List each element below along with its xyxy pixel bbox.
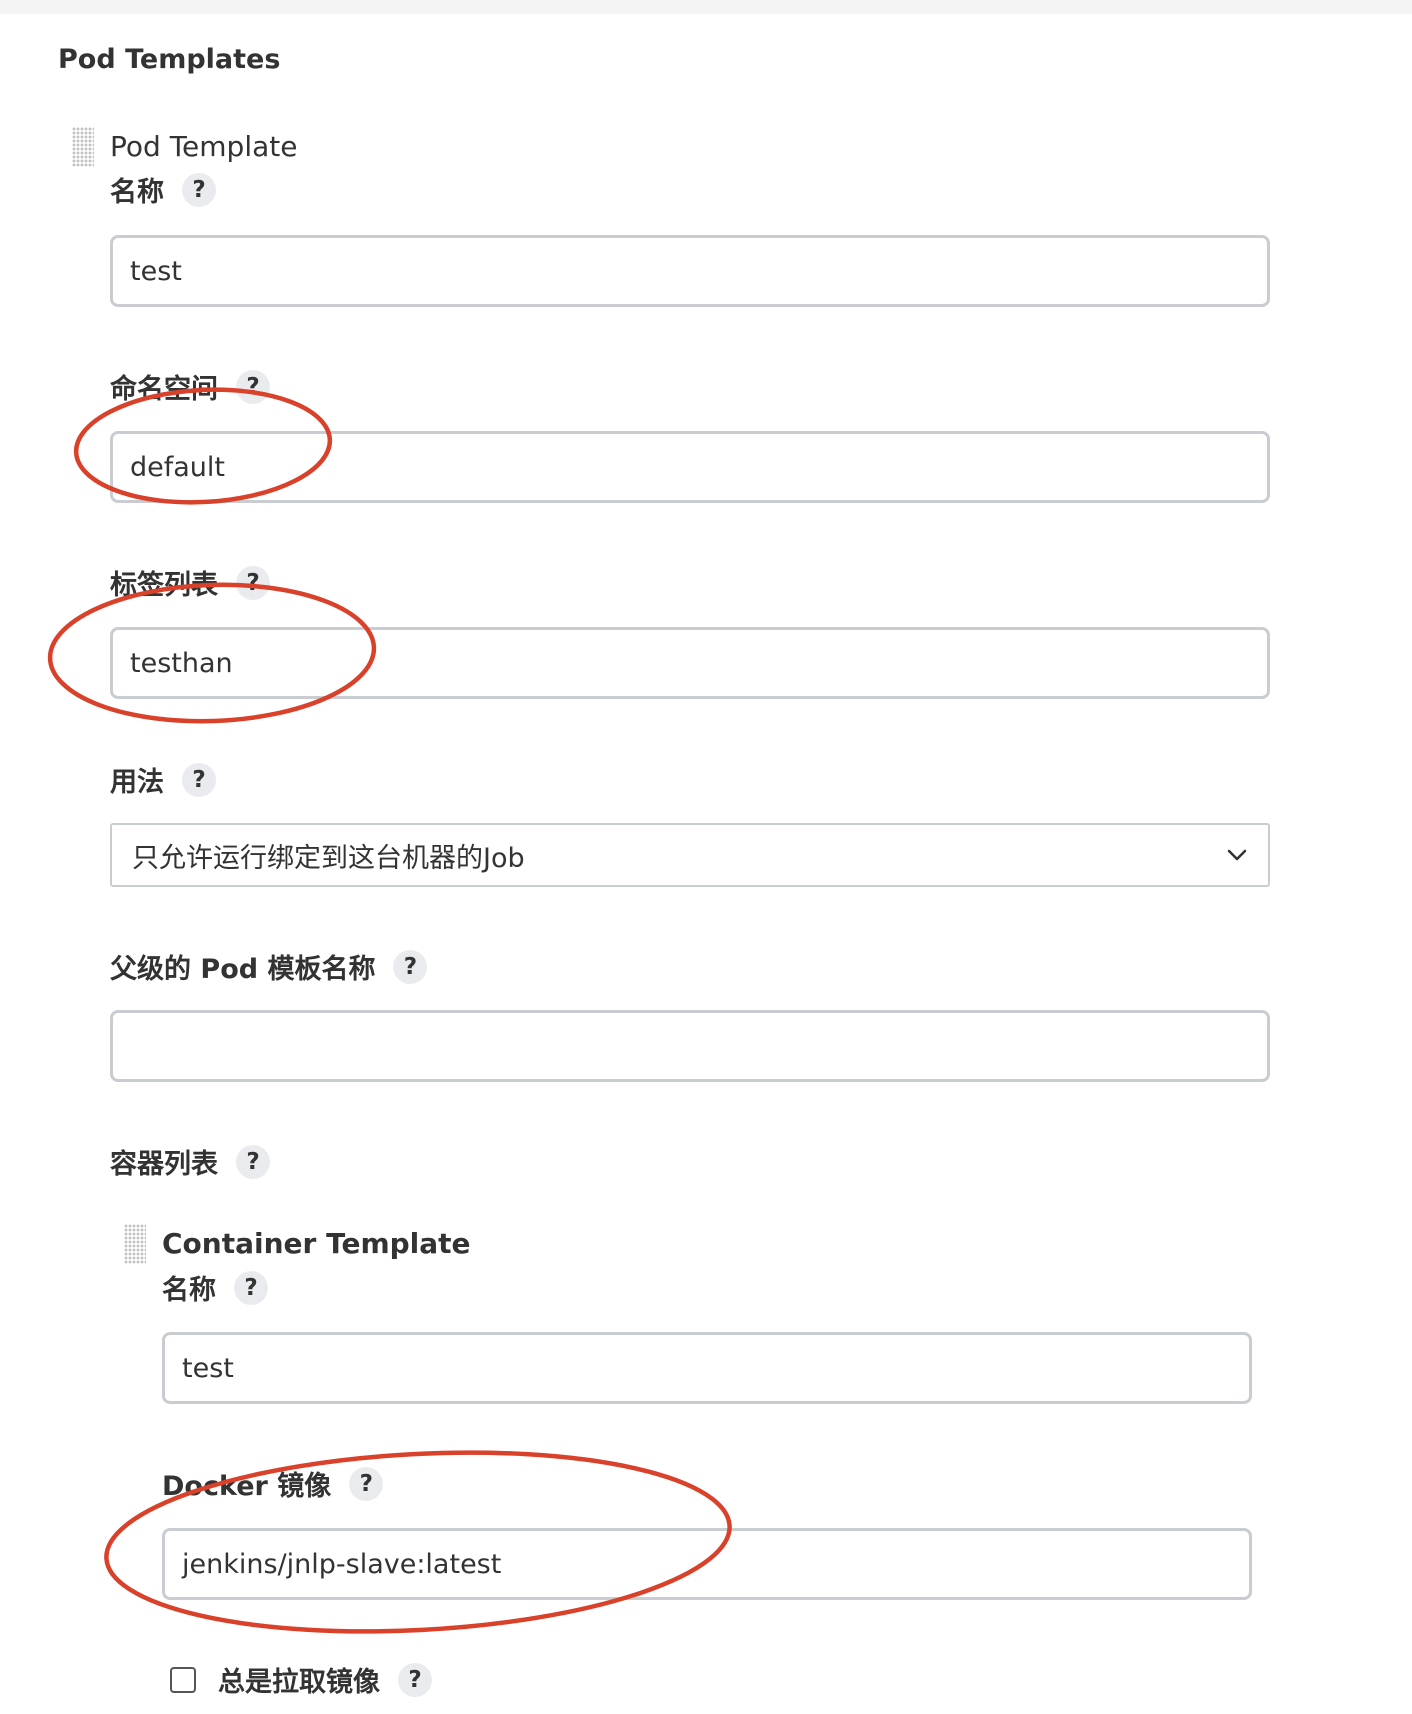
container-name-value: test	[182, 1352, 234, 1384]
section-title: Pod Templates	[58, 44, 281, 75]
container-template-heading: Container Template	[162, 1227, 471, 1260]
parent-template-label-text: 父级的 Pod 模板名称	[110, 954, 376, 985]
help-icon[interactable]: ?	[234, 1270, 268, 1305]
labels-input[interactable]: testhan	[110, 627, 1270, 699]
labels-value: testhan	[130, 647, 233, 679]
usage-label-text: 用法	[110, 767, 164, 798]
chevron-down-icon	[1227, 849, 1247, 861]
containers-label-text: 容器列表	[110, 1149, 218, 1180]
always-pull-row: 总是拉取镜像 ?	[170, 1660, 432, 1699]
containers-label: 容器列表 ?	[110, 1142, 270, 1181]
labels-label-text: 标签列表	[110, 570, 218, 601]
help-icon[interactable]: ?	[349, 1466, 384, 1501]
usage-select[interactable]: 只允许运行绑定到这台机器的Job	[110, 823, 1270, 887]
usage-selected-value: 只允许运行绑定到这台机器的Job	[132, 842, 525, 874]
pod-name-label-text: 名称	[110, 177, 164, 208]
container-name-input[interactable]: test	[162, 1332, 1252, 1404]
help-icon[interactable]: ?	[236, 565, 270, 600]
docker-image-value: jenkins/jnlp-slave:latest	[182, 1548, 502, 1580]
help-icon[interactable]: ?	[182, 172, 216, 207]
parent-template-input[interactable]	[110, 1010, 1270, 1082]
pod-name-label: 名称 ?	[110, 170, 216, 209]
pod-name-input[interactable]: test	[110, 235, 1270, 307]
help-icon[interactable]: ?	[398, 1662, 432, 1697]
container-name-label-text: 名称	[162, 1275, 216, 1306]
docker-image-label-text: Docker 镜像	[162, 1471, 332, 1502]
top-bar	[0, 0, 1412, 14]
always-pull-label: 总是拉取镜像	[218, 1667, 380, 1698]
namespace-input[interactable]: default	[110, 431, 1270, 503]
drag-handle-icon[interactable]	[72, 127, 94, 167]
help-icon[interactable]: ?	[182, 762, 216, 797]
pod-template-heading: Pod Template	[110, 130, 298, 163]
drag-handle-icon[interactable]	[124, 1224, 146, 1264]
container-name-label: 名称 ?	[162, 1268, 268, 1307]
namespace-value: default	[130, 451, 226, 483]
docker-image-label: Docker 镜像 ?	[162, 1464, 384, 1503]
labels-label: 标签列表 ?	[110, 563, 270, 602]
namespace-label-text: 命名空间	[110, 374, 218, 405]
namespace-label: 命名空间 ?	[110, 367, 270, 406]
help-icon[interactable]: ?	[236, 1144, 270, 1179]
usage-label: 用法 ?	[110, 760, 216, 799]
parent-template-label: 父级的 Pod 模板名称 ?	[110, 947, 428, 986]
always-pull-checkbox[interactable]	[170, 1666, 196, 1693]
help-icon[interactable]: ?	[236, 369, 270, 404]
help-icon[interactable]: ?	[393, 949, 428, 984]
pod-name-value: test	[130, 255, 182, 287]
docker-image-input[interactable]: jenkins/jnlp-slave:latest	[162, 1528, 1252, 1600]
